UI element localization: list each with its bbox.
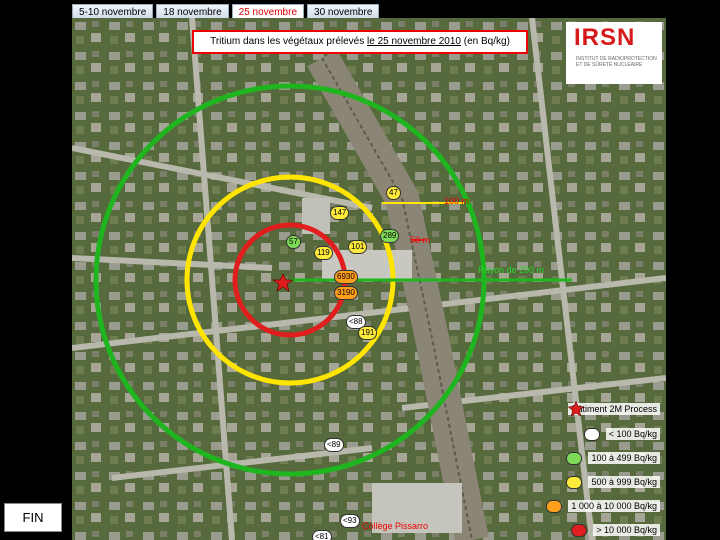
measurement-value: 57 [286, 235, 301, 249]
measurement-value: 101 [348, 240, 368, 254]
legend-swatch-orange [546, 499, 563, 513]
distance-label-200m: Rayon de 200 m [478, 265, 545, 275]
measurement-value: 6930 [334, 270, 358, 284]
distance-label-100m: 100 m [444, 196, 470, 206]
distance-label-50m: 50 m [410, 235, 431, 245]
legend-item-gt10000: > 10 000 Bq/kg [571, 522, 660, 538]
legend-swatch-white [583, 427, 600, 441]
logo-word: IRSN [574, 24, 636, 51]
legend-item-building: Bâtiment 2M Process [568, 401, 660, 417]
measurement-value: 119 [314, 246, 333, 260]
star-icon [568, 401, 585, 417]
legend-item-100-499: 100 à 499 Bq/kg [566, 450, 660, 466]
legend-label: 1 000 à 10 000 Bq/kg [568, 500, 660, 512]
legend-item-500-999: 500 à 999 Bq/kg [566, 474, 660, 490]
fin-button[interactable]: FIN [4, 503, 62, 532]
college-label: Collège Pissarro [362, 521, 429, 531]
satellite-map: Tritium dans les végétaux prélevés le 25… [72, 18, 666, 540]
legend-label: 100 à 499 Bq/kg [588, 452, 660, 464]
legend-item-lt100: < 100 Bq/kg [583, 426, 660, 442]
legend-label: < 100 Bq/kg [605, 428, 660, 440]
legend-swatch-red [571, 523, 588, 537]
logo-subtitle: Institut de radioprotection et de sûreté… [576, 56, 657, 68]
measurement-value: 147 [330, 206, 350, 220]
irsn-logo: IRSN Institut de radioprotection et de s… [566, 22, 662, 84]
map-title: Tritium dans les végétaux prélevés le 25… [192, 30, 528, 54]
legend-swatch-green [566, 451, 583, 465]
legend-label: > 10 000 Bq/kg [593, 524, 660, 536]
measurement-value: 289 [380, 229, 400, 243]
measurement-value: 3190 [334, 286, 358, 300]
measurement-value: 191 [358, 326, 378, 340]
measurement-value: <93 [340, 514, 360, 528]
legend-item-1000-10000: 1 000 à 10 000 Bq/kg [546, 498, 660, 514]
measurement-value: 47 [386, 186, 401, 200]
legend-label: 500 à 999 Bq/kg [588, 476, 660, 488]
legend-swatch-yellow [566, 475, 583, 489]
measurement-value: <81 [312, 530, 332, 540]
measurement-value: <89 [324, 438, 344, 452]
